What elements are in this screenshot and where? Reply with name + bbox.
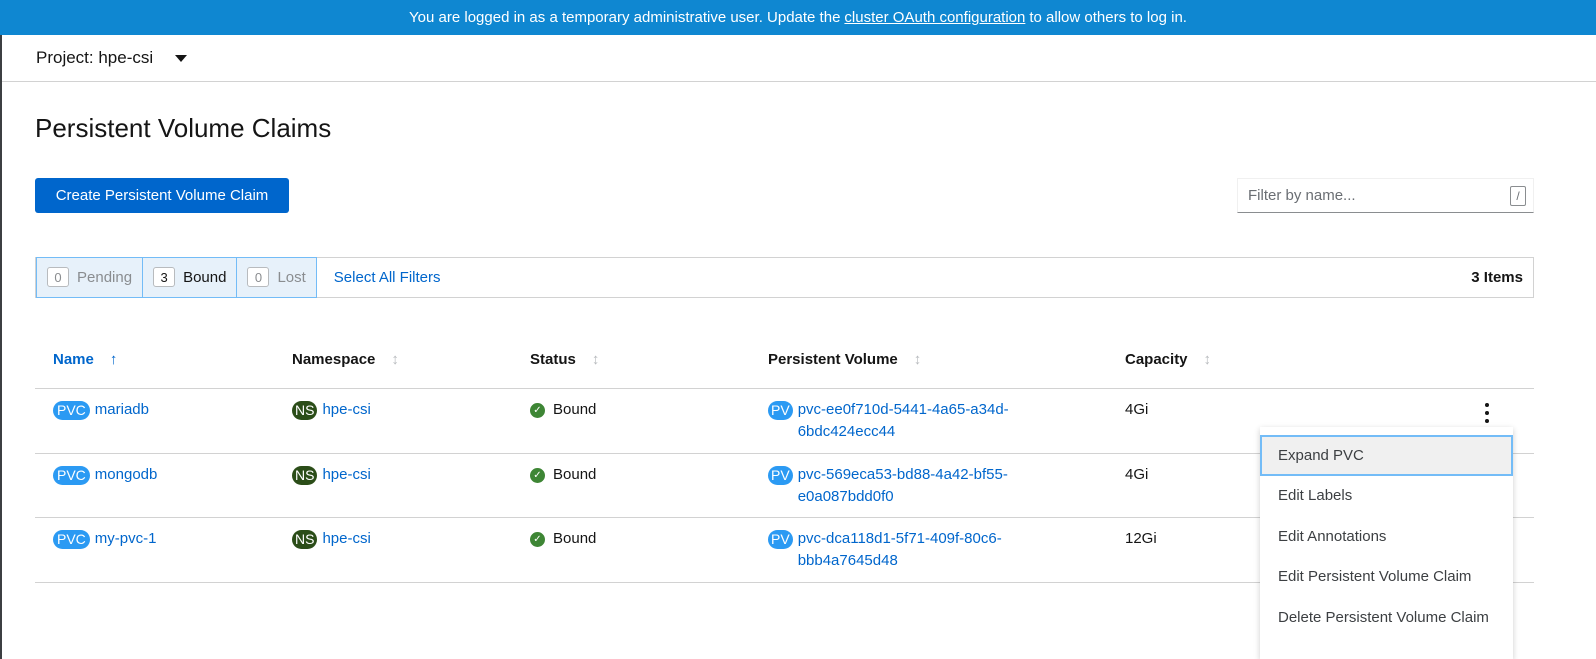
- sort-icon: ↕: [1203, 351, 1212, 368]
- column-header-namespace[interactable]: Namespace ↕: [292, 351, 399, 368]
- namespace-cell: NS hpe-csi: [292, 465, 371, 485]
- column-label: Name: [53, 351, 94, 368]
- menu-item-expand-pvc[interactable]: Expand PVC: [1260, 435, 1513, 476]
- pvc-name-link[interactable]: my-pvc-1: [95, 530, 157, 547]
- pv-name-part: pvc-ee0f710d-5441-4a65-a34d-: [797, 401, 1009, 418]
- caret-down-icon[interactable]: [175, 54, 188, 62]
- filter-by-name[interactable]: /: [1237, 178, 1534, 213]
- pv-cell: PV pvc-569eca53-bd88-4a42-bf55- e0a087bdd…: [768, 464, 1038, 508]
- namespace-link[interactable]: hpe-csi: [322, 401, 370, 418]
- pv-name-part: e0a087bdd0f0: [797, 487, 894, 505]
- pv-cell: PV pvc-ee0f710d-5441-4a65-a34d- 6bdc424ec…: [768, 401, 1038, 443]
- menu-item-edit-labels[interactable]: Edit Labels: [1260, 476, 1513, 517]
- name-cell: PVC my-pvc-1: [53, 530, 156, 549]
- pvc-name-link[interactable]: mariadb: [95, 401, 149, 418]
- pv-badge: PV: [768, 465, 793, 485]
- cluster-oauth-link[interactable]: cluster OAuth configuration: [844, 9, 1025, 26]
- sort-icon: ↕: [591, 351, 600, 368]
- status-filter-bar: 0 Pending 3 Bound 0 Lost Select All Filt…: [35, 256, 1534, 298]
- bound-label: Bound: [183, 268, 227, 286]
- create-pvc-button[interactable]: Create Persistent Volume Claim: [35, 178, 289, 213]
- banner-text-after: to allow others to log in.: [1029, 9, 1187, 26]
- name-cell: PVC mariadb: [53, 401, 149, 420]
- lost-label: Lost: [277, 268, 306, 286]
- project-selector[interactable]: Project: hpe-csi: [2, 35, 1596, 82]
- pv-link[interactable]: pvc-dca118d1-5f71-409f-80c6- bbb4a7645d48: [798, 528, 1038, 572]
- column-label: Status: [530, 351, 576, 368]
- capacity-cell: 4Gi: [1125, 465, 1149, 483]
- pv-name-part: bbb4a7645d48: [797, 552, 898, 569]
- pvc-badge: PVC: [53, 401, 90, 420]
- pending-count: 0: [47, 267, 69, 287]
- check-circle-icon: ✓: [530, 403, 545, 418]
- menu-item-delete-pvc[interactable]: Delete Persistent Volume Claim: [1260, 597, 1513, 638]
- pvc-badge: PVC: [53, 530, 90, 549]
- namespace-cell: NS hpe-csi: [292, 530, 371, 549]
- pv-cell: PV pvc-dca118d1-5f71-409f-80c6- bbb4a7645…: [768, 530, 1038, 572]
- ns-badge: NS: [292, 465, 318, 485]
- select-all-filters-link[interactable]: Select All Filters: [334, 269, 441, 286]
- check-circle-icon: ✓: [530, 532, 545, 547]
- check-circle-icon: ✓: [530, 467, 545, 483]
- pvc-name-link[interactable]: mongodb: [95, 466, 158, 483]
- status-text: Bound: [553, 465, 597, 483]
- namespace-link[interactable]: hpe-csi: [322, 530, 370, 547]
- status-cell: ✓ Bound: [530, 530, 596, 547]
- bound-count: 3: [153, 267, 176, 287]
- filter-bound[interactable]: 3 Bound: [142, 256, 238, 298]
- admin-warning-banner: You are logged in as a temporary adminis…: [0, 0, 1596, 35]
- status-text: Bound: [553, 530, 597, 547]
- table-header: Name ↑ Namespace ↕ Status ↕ Persistent V…: [35, 334, 1534, 389]
- status-cell: ✓ Bound: [530, 466, 596, 483]
- filter-lost[interactable]: 0 Lost: [236, 256, 317, 298]
- pv-name-part: pvc-dca118d1-5f71-409f-80c6-: [797, 530, 1002, 547]
- kebab-menu-icon[interactable]: [1480, 403, 1494, 423]
- column-label: Persistent Volume: [768, 351, 898, 368]
- menu-item-edit-pvc[interactable]: Edit Persistent Volume Claim: [1260, 557, 1513, 598]
- capacity-cell: 12Gi: [1125, 530, 1157, 547]
- project-label: Project: hpe-csi: [36, 48, 154, 67]
- banner-text-before: You are logged in as a temporary adminis…: [409, 9, 841, 26]
- name-cell: PVC mongodb: [53, 465, 158, 485]
- menu-item-edit-annotations[interactable]: Edit Annotations: [1260, 516, 1513, 557]
- column-label: Namespace: [292, 351, 376, 368]
- column-header-status[interactable]: Status ↕: [530, 351, 599, 368]
- pv-link[interactable]: pvc-569eca53-bd88-4a42-bf55- e0a087bdd0f0: [798, 464, 1038, 508]
- pv-badge: PV: [768, 401, 793, 420]
- filter-pending[interactable]: 0 Pending: [36, 256, 144, 298]
- ns-badge: NS: [292, 530, 318, 549]
- lost-count: 0: [247, 267, 270, 287]
- sort-icon: ↕: [913, 351, 922, 368]
- column-label: Capacity: [1125, 351, 1188, 368]
- pending-label: Pending: [77, 268, 133, 286]
- filter-input[interactable]: [1238, 179, 1510, 212]
- namespace-link[interactable]: hpe-csi: [322, 466, 370, 483]
- status-text: Bound: [553, 401, 597, 418]
- column-header-capacity[interactable]: Capacity ↕: [1125, 351, 1211, 368]
- pv-name-part: 6bdc424ecc44: [797, 423, 896, 440]
- pv-name-part: pvc-569eca53-bd88-4a42-bf55-: [797, 465, 1008, 483]
- pv-badge: PV: [768, 530, 793, 549]
- sort-icon: ↕: [391, 351, 399, 368]
- namespace-cell: NS hpe-csi: [292, 401, 371, 420]
- column-header-name[interactable]: Name ↑: [53, 351, 117, 368]
- status-cell: ✓ Bound: [530, 401, 596, 418]
- pvc-badge: PVC: [53, 465, 90, 485]
- page-title: Persistent Volume Claims: [35, 113, 332, 143]
- row-actions-menu: Expand PVC Edit Labels Edit Annotations …: [1260, 427, 1513, 659]
- items-count: 3 Items: [1471, 269, 1523, 286]
- capacity-cell: 4Gi: [1125, 401, 1149, 418]
- ns-badge: NS: [292, 401, 318, 420]
- keyboard-shortcut-hint: /: [1510, 185, 1526, 206]
- pv-link[interactable]: pvc-ee0f710d-5441-4a65-a34d- 6bdc424ecc44: [798, 399, 1038, 443]
- sort-ascending-icon: ↑: [109, 351, 118, 368]
- column-header-persistent-volume[interactable]: Persistent Volume ↕: [768, 351, 921, 368]
- window-left-border: [0, 0, 2, 659]
